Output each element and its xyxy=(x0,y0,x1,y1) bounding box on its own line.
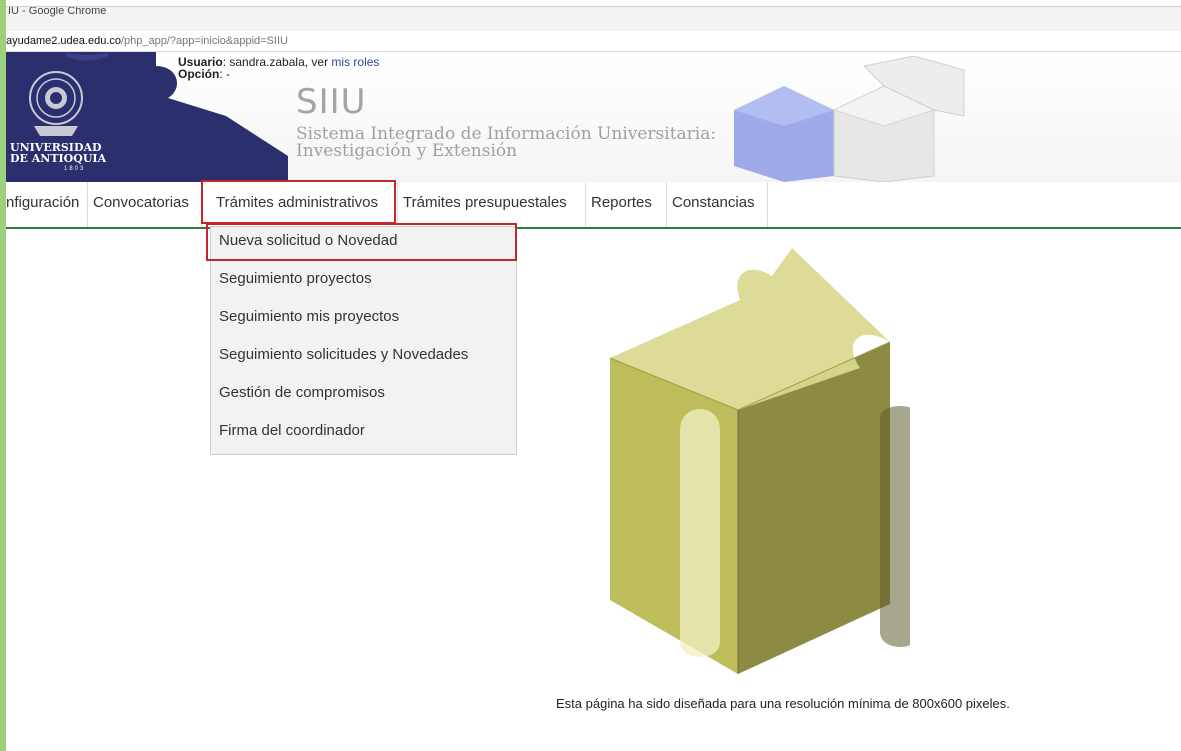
resolution-note: Esta página ha sido diseñada para una re… xyxy=(556,696,1010,711)
dropdown-item-firma-coordinador[interactable]: Firma del coordinador xyxy=(219,422,365,439)
system-title: SIIU xyxy=(296,82,367,122)
university-name: UNIVERSIDAD DE ANTIOQUIA xyxy=(10,141,107,165)
url-host: ayudame2.udea.edu.co xyxy=(6,35,121,47)
option-value: : - xyxy=(219,67,231,81)
url-path: /php_app/?app=inicio&appid=SIIU xyxy=(120,35,288,47)
banner-puzzle-icon xyxy=(734,56,965,182)
roles-link[interactable]: mis roles xyxy=(331,55,379,69)
puzzle-piece-icon xyxy=(609,248,910,674)
header-banner: UNIVERSIDAD DE ANTIOQUIA 1803 Usuario: s… xyxy=(6,52,1181,182)
dropdown-item-seguimiento-mis-proyectos[interactable]: Seguimiento mis proyectos xyxy=(219,308,399,325)
dropdown-highlight-box xyxy=(206,223,517,261)
window-title: IU - Google Chrome xyxy=(8,6,107,17)
system-subtitle: Sistema Integrado de Información Univers… xyxy=(296,124,717,161)
dropdown-item-seguimiento-proyectos[interactable]: Seguimiento proyectos xyxy=(219,270,372,287)
main-menu: nfiguración Convocatorias Trámites admin… xyxy=(6,182,1181,229)
user-value: : sandra.zabala, ver xyxy=(222,55,332,69)
browser-title-bar: IU - Google Chrome xyxy=(6,6,1181,32)
menu-highlight-box xyxy=(201,180,396,224)
university-year: 1803 xyxy=(64,166,86,172)
menu-constancias[interactable]: Constancias xyxy=(667,182,768,227)
dropdown-item-gestion-compromisos[interactable]: Gestión de compromisos xyxy=(219,384,385,401)
dropdown-item-seguimiento-solicitudes[interactable]: Seguimiento solicitudes y Novedades xyxy=(219,346,468,363)
menu-tramites-presupuestales[interactable]: Trámites presupuestales xyxy=(398,182,586,227)
option-label: Opción xyxy=(178,67,220,81)
address-bar[interactable]: ayudame2.udea.edu.co/php_app/?app=inicio… xyxy=(6,31,1181,52)
menu-convocatorias[interactable]: Convocatorias xyxy=(88,182,202,227)
menu-reportes[interactable]: Reportes xyxy=(586,182,667,227)
menu-configuracion[interactable]: nfiguración xyxy=(6,182,88,227)
user-info: Usuario: sandra.zabala, ver mis roles Op… xyxy=(178,56,379,80)
